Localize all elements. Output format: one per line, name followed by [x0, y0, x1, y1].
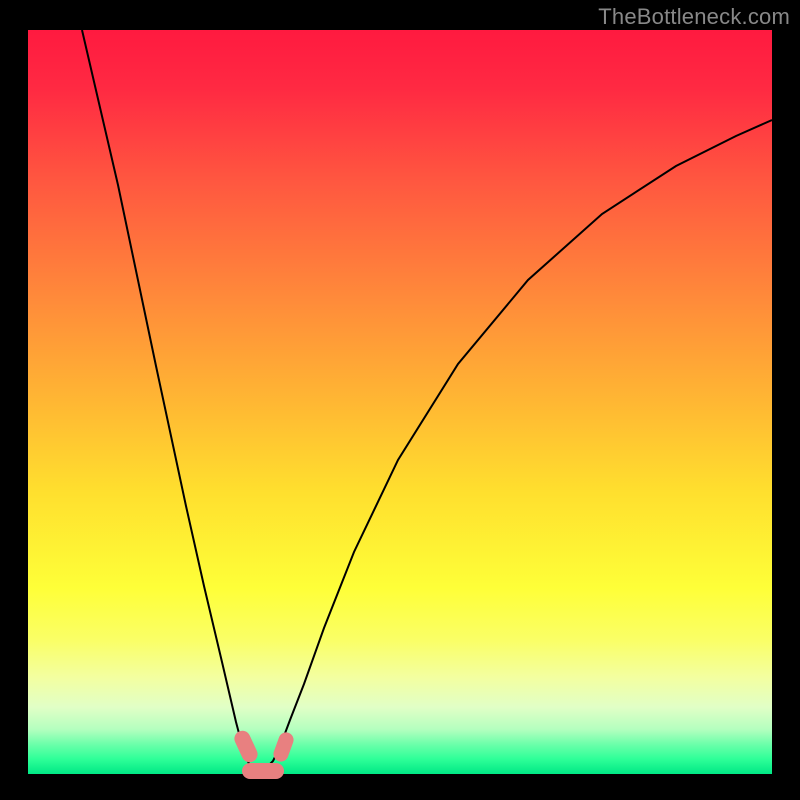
bottom-rounded-marker: [242, 763, 284, 779]
watermark-text: TheBottleneck.com: [598, 4, 790, 30]
bottleneck-curve: [82, 30, 772, 770]
chart-container: TheBottleneck.com: [0, 0, 800, 800]
curve-overlay: [28, 30, 772, 774]
